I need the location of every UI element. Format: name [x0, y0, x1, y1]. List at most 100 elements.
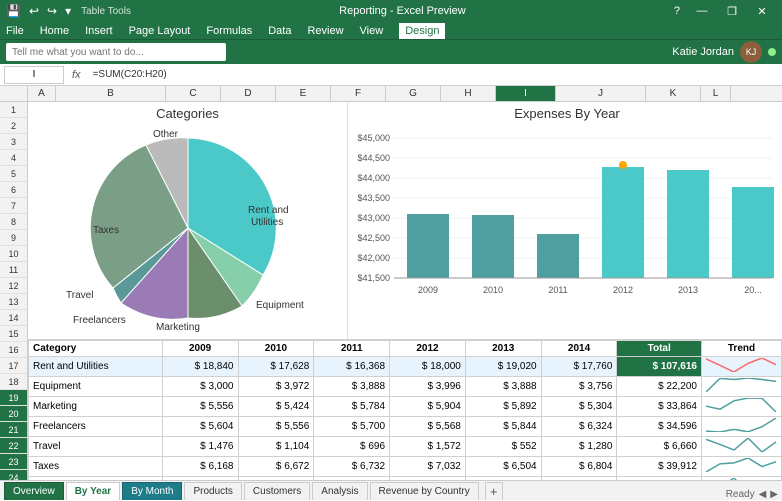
close-button[interactable]: ✕	[748, 0, 776, 22]
add-sheet-button[interactable]: +	[485, 482, 503, 500]
cell-value[interactable]: $ 2,304	[390, 477, 466, 481]
cell-value[interactable]: $ 16,368	[314, 357, 390, 377]
cell-total[interactable]: $ 16,332	[617, 477, 702, 481]
tab-page-layout[interactable]: Page Layout	[129, 25, 191, 37]
tab-analysis[interactable]: Analysis	[312, 482, 367, 500]
cell-value[interactable]: $ 3,720	[314, 477, 390, 481]
tab-by-year[interactable]: By Year	[66, 482, 121, 500]
cell-value[interactable]: $ 1,104	[238, 437, 314, 457]
cell-value[interactable]: $ 3,888	[314, 377, 390, 397]
cell-value[interactable]: $ 3,888	[465, 377, 541, 397]
help-icon[interactable]: ?	[674, 5, 680, 17]
col-header-c[interactable]: C	[166, 86, 221, 101]
cell-value[interactable]: $ 17,760	[541, 357, 617, 377]
col-header-b[interactable]: B	[56, 86, 166, 101]
th-2009[interactable]: 2009	[162, 341, 238, 357]
save-icon[interactable]: 💾	[6, 4, 21, 18]
cell-value[interactable]: $ 5,556	[238, 417, 314, 437]
cell-value[interactable]: $ 2,724	[238, 477, 314, 481]
tab-review[interactable]: Review	[307, 25, 343, 37]
cell-total[interactable]: $ 34,596	[617, 417, 702, 437]
cell-total[interactable]: $ 107,616	[617, 357, 702, 377]
tab-customers[interactable]: Customers	[244, 482, 310, 500]
tab-overview[interactable]: Overview	[4, 482, 64, 500]
cell-total[interactable]: $ 22,200	[617, 377, 702, 397]
cell-category[interactable]: Other	[29, 477, 163, 481]
cell-value[interactable]: $ 6,324	[541, 417, 617, 437]
tab-file[interactable]: File	[6, 25, 24, 37]
cell-value[interactable]: $ 1,280	[541, 437, 617, 457]
cell-value[interactable]: $ 5,556	[162, 397, 238, 417]
tab-design[interactable]: Design	[399, 23, 445, 39]
restore-button[interactable]: ❐	[718, 0, 746, 22]
cell-total[interactable]: $ 33,864	[617, 397, 702, 417]
cell-value[interactable]: $ 2,556	[465, 477, 541, 481]
col-header-h[interactable]: H	[441, 86, 496, 101]
formula-input[interactable]: =SUM(C20:H20)	[89, 69, 778, 80]
cell-value[interactable]: $ 5,892	[465, 397, 541, 417]
cell-category[interactable]: Taxes	[29, 457, 163, 477]
scroll-right-icon[interactable]: ▶	[770, 489, 778, 500]
col-header-f[interactable]: F	[331, 86, 386, 101]
tab-data[interactable]: Data	[268, 25, 291, 37]
th-2013[interactable]: 2013	[465, 341, 541, 357]
table-row[interactable]: Rent and Utilities$ 18,840$ 17,628$ 16,3…	[29, 357, 782, 377]
table-row[interactable]: Freelancers$ 5,604$ 5,556$ 5,700$ 5,568 $…	[29, 417, 782, 437]
th-category[interactable]: Category	[29, 341, 163, 357]
cell-value[interactable]: $ 2,568	[541, 477, 617, 481]
table-row[interactable]: Marketing$ 5,556$ 5,424$ 5,784$ 5,904$ 5…	[29, 397, 782, 417]
cell-value[interactable]: $ 6,804	[541, 457, 617, 477]
cell-value[interactable]: $ 6,672	[238, 457, 314, 477]
cell-value[interactable]: $ 3,996	[390, 377, 466, 397]
minimize-button[interactable]: —	[688, 0, 716, 22]
col-header-l[interactable]: L	[701, 86, 731, 101]
col-header-j[interactable]: J	[556, 86, 646, 101]
cell-value[interactable]: $ 17,628	[238, 357, 314, 377]
cell-value[interactable]: $ 2,460	[162, 477, 238, 481]
undo-icon[interactable]: ↩	[29, 4, 39, 18]
th-2010[interactable]: 2010	[238, 341, 314, 357]
th-2014[interactable]: 2014	[541, 341, 617, 357]
th-trend[interactable]: Trend	[702, 341, 782, 357]
cell-total[interactable]: $ 6,660	[617, 437, 702, 457]
cell-value[interactable]: $ 5,568	[390, 417, 466, 437]
cell-value[interactable]: $ 1,476	[162, 437, 238, 457]
window-controls[interactable]: — ❐ ✕	[688, 0, 776, 22]
th-2012[interactable]: 2012	[390, 341, 466, 357]
cell-value[interactable]: $ 7,032	[390, 457, 466, 477]
cell-value[interactable]: $ 5,700	[314, 417, 390, 437]
th-total[interactable]: Total	[617, 341, 702, 357]
cell-category[interactable]: Freelancers	[29, 417, 163, 437]
search-input[interactable]	[6, 43, 226, 61]
cell-value[interactable]: $ 696	[314, 437, 390, 457]
tab-home[interactable]: Home	[40, 25, 69, 37]
tab-revenue-country[interactable]: Revenue by Country	[370, 482, 479, 500]
cell-value[interactable]: $ 3,756	[541, 377, 617, 397]
cell-value[interactable]: $ 5,424	[238, 397, 314, 417]
col-header-d[interactable]: D	[221, 86, 276, 101]
cell-value[interactable]: $ 552	[465, 437, 541, 457]
tab-formulas[interactable]: Formulas	[206, 25, 252, 37]
cell-value[interactable]: $ 6,504	[465, 457, 541, 477]
cell-value[interactable]: $ 18,840	[162, 357, 238, 377]
col-header-e[interactable]: E	[276, 86, 331, 101]
cell-total[interactable]: $ 39,912	[617, 457, 702, 477]
table-row[interactable]: Other$ 2,460$ 2,724$ 3,720$ 2,304$ 2,556…	[29, 477, 782, 481]
customize-icon[interactable]: ▾	[65, 4, 71, 18]
col-header-a[interactable]: A	[28, 86, 56, 101]
table-row[interactable]: Equipment$ 3,000$ 3,972$ 3,888$ 3,996$ 3…	[29, 377, 782, 397]
col-header-i[interactable]: I	[496, 86, 556, 101]
cell-value[interactable]: $ 3,972	[238, 377, 314, 397]
cell-value[interactable]: $ 5,904	[390, 397, 466, 417]
cell-value[interactable]: $ 6,732	[314, 457, 390, 477]
cell-value[interactable]: $ 5,604	[162, 417, 238, 437]
redo-icon[interactable]: ↪	[47, 4, 57, 18]
cell-value[interactable]: $ 19,020	[465, 357, 541, 377]
tab-by-month[interactable]: By Month	[122, 482, 182, 500]
cell-value[interactable]: $ 5,784	[314, 397, 390, 417]
tab-insert[interactable]: Insert	[85, 25, 113, 37]
cell-category[interactable]: Travel	[29, 437, 163, 457]
scroll-left-icon[interactable]: ◀	[759, 489, 767, 500]
quick-access-toolbar[interactable]: 💾 ↩ ↪ ▾	[6, 4, 71, 18]
cell-value[interactable]: $ 6,168	[162, 457, 238, 477]
